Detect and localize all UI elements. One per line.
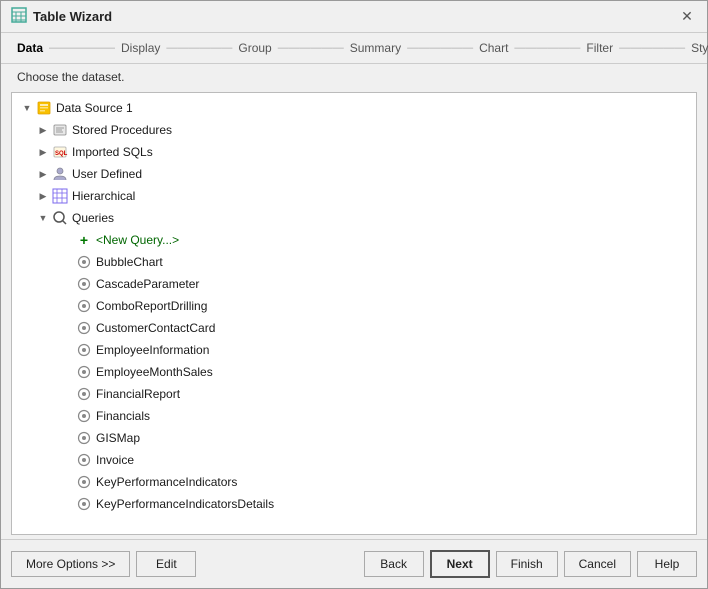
queryitem-icon bbox=[76, 254, 92, 270]
list-item[interactable]: KeyPerformanceIndicators bbox=[12, 471, 696, 493]
hierarchical-label: Hierarchical bbox=[72, 189, 135, 203]
step-style[interactable]: Style bbox=[691, 41, 708, 55]
queryitem-icon bbox=[76, 408, 92, 424]
content-area: ▼ Data Source 1 ▶ bbox=[11, 92, 697, 535]
queryitem-icon bbox=[76, 320, 92, 336]
queryitem-icon bbox=[76, 386, 92, 402]
datasource-label: Data Source 1 bbox=[56, 101, 133, 115]
back-button[interactable]: Back bbox=[364, 551, 424, 577]
storedproc-icon bbox=[52, 122, 68, 138]
tree-item-datasource[interactable]: ▼ Data Source 1 bbox=[12, 97, 696, 119]
edit-button[interactable]: Edit bbox=[136, 551, 196, 577]
tree-item-importedsql[interactable]: ▶ SQL Imported SQLs bbox=[12, 141, 696, 163]
dialog: Table Wizard ✕ Data —————— Display —————… bbox=[0, 0, 708, 589]
datasource-icon bbox=[36, 100, 52, 116]
queryitem-label: ComboReportDrilling bbox=[96, 299, 207, 313]
cancel-button[interactable]: Cancel bbox=[564, 551, 631, 577]
more-options-button[interactable]: More Options >> bbox=[11, 551, 130, 577]
tree-container[interactable]: ▼ Data Source 1 ▶ bbox=[12, 93, 696, 534]
help-button[interactable]: Help bbox=[637, 551, 697, 577]
list-item[interactable]: CascadeParameter bbox=[12, 273, 696, 295]
queryitem-label: BubbleChart bbox=[96, 255, 163, 269]
step-display[interactable]: Display bbox=[121, 41, 160, 55]
queryitem-icon bbox=[76, 496, 92, 512]
list-item[interactable]: EmployeeMonthSales bbox=[12, 361, 696, 383]
toggle-importedsql[interactable]: ▶ bbox=[36, 145, 50, 159]
list-item[interactable]: BubbleChart bbox=[12, 251, 696, 273]
importedsql-icon: SQL bbox=[52, 144, 68, 160]
queryitem-icon bbox=[76, 298, 92, 314]
importedsql-label: Imported SQLs bbox=[72, 145, 153, 159]
toggle-queries[interactable]: ▼ bbox=[36, 211, 50, 225]
queryitem-icon bbox=[76, 430, 92, 446]
tree-item-userdefined[interactable]: ▶ User Defined bbox=[12, 163, 696, 185]
wizard-steps: Data —————— Display —————— Group —————— … bbox=[1, 33, 707, 64]
button-bar: More Options >> Edit Back Next Finish Ca… bbox=[1, 539, 707, 588]
queryitem-label: FinancialReport bbox=[96, 387, 180, 401]
tree-item-queries[interactable]: ▼ Queries bbox=[12, 207, 696, 229]
queryitem-icon bbox=[76, 474, 92, 490]
userdefined-label: User Defined bbox=[72, 167, 142, 181]
userdefined-icon bbox=[52, 166, 68, 182]
queryitem-label: KeyPerformanceIndicators bbox=[96, 475, 237, 489]
svg-text:SQL: SQL bbox=[55, 151, 68, 157]
tree-item-storedprocs[interactable]: ▶ Stored Procedures bbox=[12, 119, 696, 141]
close-button[interactable]: ✕ bbox=[677, 7, 697, 27]
title-bar: Table Wizard ✕ bbox=[1, 1, 707, 33]
queryitem-icon bbox=[76, 342, 92, 358]
step-data[interactable]: Data bbox=[17, 41, 43, 55]
list-item[interactable]: Financials bbox=[12, 405, 696, 427]
queryitem-icon bbox=[76, 276, 92, 292]
queryitem-label: CustomerContactCard bbox=[96, 321, 215, 335]
list-item[interactable]: FinancialReport bbox=[12, 383, 696, 405]
hierarchical-icon bbox=[52, 188, 68, 204]
queries-label: Queries bbox=[72, 211, 114, 225]
newquery-label: <New Query...> bbox=[96, 233, 179, 247]
list-item[interactable]: KeyPerformanceIndicatorsDetails bbox=[12, 493, 696, 515]
step-filter[interactable]: Filter bbox=[586, 41, 613, 55]
queryitem-label: Financials bbox=[96, 409, 150, 423]
list-item[interactable]: CustomerContactCard bbox=[12, 317, 696, 339]
queryitem-label: KeyPerformanceIndicatorsDetails bbox=[96, 497, 274, 511]
queryitem-icon bbox=[76, 452, 92, 468]
table-wizard-icon bbox=[11, 7, 27, 26]
storedprocs-label: Stored Procedures bbox=[72, 123, 172, 137]
dialog-title: Table Wizard bbox=[33, 9, 112, 24]
toggle-datasource[interactable]: ▼ bbox=[20, 101, 34, 115]
title-bar-left: Table Wizard bbox=[11, 7, 112, 26]
toggle-userdefined[interactable]: ▶ bbox=[36, 167, 50, 181]
subtitle: Choose the dataset. bbox=[1, 64, 707, 92]
step-group[interactable]: Group bbox=[238, 41, 271, 55]
finish-button[interactable]: Finish bbox=[496, 551, 558, 577]
queryitem-label: Invoice bbox=[96, 453, 134, 467]
queryitem-icon bbox=[76, 364, 92, 380]
list-item[interactable]: Invoice bbox=[12, 449, 696, 471]
tree-item-hierarchical[interactable]: ▶ Hierarchical bbox=[12, 185, 696, 207]
list-item[interactable]: ComboReportDrilling bbox=[12, 295, 696, 317]
toggle-storedprocs[interactable]: ▶ bbox=[36, 123, 50, 137]
list-item[interactable]: EmployeeInformation bbox=[12, 339, 696, 361]
step-chart[interactable]: Chart bbox=[479, 41, 508, 55]
step-summary[interactable]: Summary bbox=[350, 41, 401, 55]
tree-item-newquery[interactable]: + <New Query...> bbox=[12, 229, 696, 251]
list-item[interactable]: GISMap bbox=[12, 427, 696, 449]
queries-icon bbox=[52, 210, 68, 226]
toggle-hierarchical[interactable]: ▶ bbox=[36, 189, 50, 203]
next-button[interactable]: Next bbox=[430, 550, 490, 578]
newquery-icon: + bbox=[76, 232, 92, 248]
queryitem-label: CascadeParameter bbox=[96, 277, 199, 291]
queryitem-label: EmployeeInformation bbox=[96, 343, 209, 357]
queryitem-label: EmployeeMonthSales bbox=[96, 365, 213, 379]
queryitem-label: GISMap bbox=[96, 431, 140, 445]
